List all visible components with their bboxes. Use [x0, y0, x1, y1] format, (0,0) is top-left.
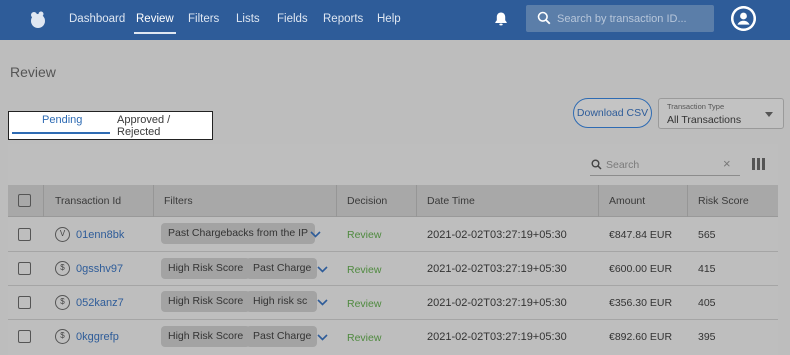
- header-transaction-id[interactable]: Transaction Id: [55, 185, 121, 217]
- amount: €847.84 EUR: [609, 229, 673, 241]
- nav-fields[interactable]: Fields: [277, 0, 308, 40]
- download-csv-button[interactable]: Download CSV: [573, 98, 652, 128]
- amount: €600.00 EUR: [609, 263, 673, 275]
- chevron-down-icon[interactable]: [317, 266, 328, 273]
- filter-chip[interactable]: High Risk Score: [161, 291, 251, 312]
- filter-chip[interactable]: High risk sc: [246, 291, 317, 312]
- transaction-id-link[interactable]: 0gsshv97: [76, 263, 123, 275]
- risk-score: 405: [698, 297, 716, 309]
- column-divider: [153, 185, 154, 217]
- top-nav: Dashboard Review Filters Lists Fields Re…: [0, 0, 790, 40]
- date-time: 2021-02-02T03:27:19+05:30: [427, 331, 567, 343]
- decision-status: Review: [347, 332, 382, 344]
- date-time: 2021-02-02T03:27:19+05:30: [427, 297, 567, 309]
- dollar-icon: $: [55, 261, 70, 276]
- filter-chip[interactable]: High Risk Score: [161, 326, 251, 347]
- logo-icon[interactable]: [27, 8, 49, 30]
- select-all-checkbox[interactable]: [18, 194, 31, 207]
- risk-score: 395: [698, 331, 716, 343]
- transaction-id-link[interactable]: 0kggrefp: [76, 331, 119, 343]
- nav-dashboard[interactable]: Dashboard: [69, 0, 125, 40]
- bell-icon[interactable]: [493, 11, 509, 27]
- header-amount[interactable]: Amount: [609, 185, 645, 217]
- nav-reports[interactable]: Reports: [323, 0, 363, 40]
- clear-search-icon[interactable]: ×: [723, 156, 731, 171]
- filter-chip[interactable]: Past Charge: [246, 258, 317, 279]
- decision-status: Review: [347, 264, 382, 276]
- transaction-type-value: All Transactions: [667, 114, 742, 126]
- row-checkbox[interactable]: [18, 296, 31, 309]
- chevron-down-icon[interactable]: [310, 231, 321, 238]
- nav-help[interactable]: Help: [377, 0, 401, 40]
- tab-approved-rejected[interactable]: Approved / Rejected: [117, 114, 212, 138]
- search-icon: [591, 159, 602, 170]
- header-risk-score[interactable]: Risk Score: [698, 185, 749, 217]
- dollar-icon: $: [55, 329, 70, 344]
- columns-icon[interactable]: [752, 158, 765, 170]
- transaction-id-link[interactable]: 01enn8bk: [76, 229, 124, 241]
- decision-status: Review: [347, 298, 382, 310]
- avatar[interactable]: [731, 6, 756, 31]
- review-tabs: Pending Approved / Rejected: [8, 111, 213, 140]
- column-divider: [43, 185, 44, 217]
- tab-pending[interactable]: Pending: [42, 114, 82, 126]
- decision-status: Review: [347, 229, 382, 241]
- amount: €356.30 EUR: [609, 297, 673, 309]
- filter-chip[interactable]: Past Charge: [246, 326, 317, 347]
- chevron-down-icon[interactable]: [317, 299, 328, 306]
- nav-lists[interactable]: Lists: [236, 0, 260, 40]
- column-divider: [416, 185, 417, 217]
- table-row[interactable]: V 01enn8bk Past Chargebacks from the IP …: [8, 218, 778, 252]
- header-filters[interactable]: Filters: [164, 185, 193, 217]
- dollar-icon: $: [55, 295, 70, 310]
- row-checkbox[interactable]: [18, 262, 31, 275]
- header-decision[interactable]: Decision: [347, 185, 387, 217]
- row-checkbox[interactable]: [18, 228, 31, 241]
- transaction-search-input[interactable]: [557, 5, 707, 32]
- table-row[interactable]: $ 0kggrefp High Risk Score Past Charge R…: [8, 320, 778, 354]
- date-time: 2021-02-02T03:27:19+05:30: [427, 229, 567, 241]
- chevron-down-icon[interactable]: [317, 334, 328, 341]
- table-search-input[interactable]: [606, 154, 721, 176]
- transaction-id-link[interactable]: 052kanz7: [76, 297, 124, 309]
- filter-chip[interactable]: High Risk Score: [161, 258, 251, 279]
- nav-review[interactable]: Review: [134, 0, 176, 40]
- column-divider: [687, 185, 688, 217]
- search-icon: [537, 11, 551, 25]
- amount: €892.60 EUR: [609, 331, 673, 343]
- caret-down-icon: [765, 112, 773, 117]
- table-row[interactable]: $ 052kanz7 High Risk Score High risk sc …: [8, 286, 778, 320]
- header-date-time[interactable]: Date Time: [427, 185, 475, 217]
- filter-chip[interactable]: Past Chargebacks from the IP: [161, 223, 316, 244]
- row-checkbox[interactable]: [18, 330, 31, 343]
- transaction-search-box: [526, 5, 714, 32]
- table-search-box: ×: [590, 154, 740, 176]
- transaction-type-select[interactable]: Transaction Type All Transactions: [658, 98, 784, 129]
- transaction-type-label: Transaction Type: [667, 102, 725, 111]
- page-title: Review: [10, 64, 56, 80]
- column-divider: [336, 185, 337, 217]
- table-header: Transaction Id Filters Decision Date Tim…: [8, 185, 778, 217]
- table-row[interactable]: $ 0gsshv97 High Risk Score Past Charge R…: [8, 252, 778, 286]
- date-time: 2021-02-02T03:27:19+05:30: [427, 263, 567, 275]
- column-divider: [598, 185, 599, 217]
- risk-score: 565: [698, 229, 716, 241]
- visa-card-icon: V: [55, 227, 70, 242]
- nav-filters[interactable]: Filters: [188, 0, 219, 40]
- risk-score: 415: [698, 263, 716, 275]
- active-tab-indicator: [12, 132, 110, 134]
